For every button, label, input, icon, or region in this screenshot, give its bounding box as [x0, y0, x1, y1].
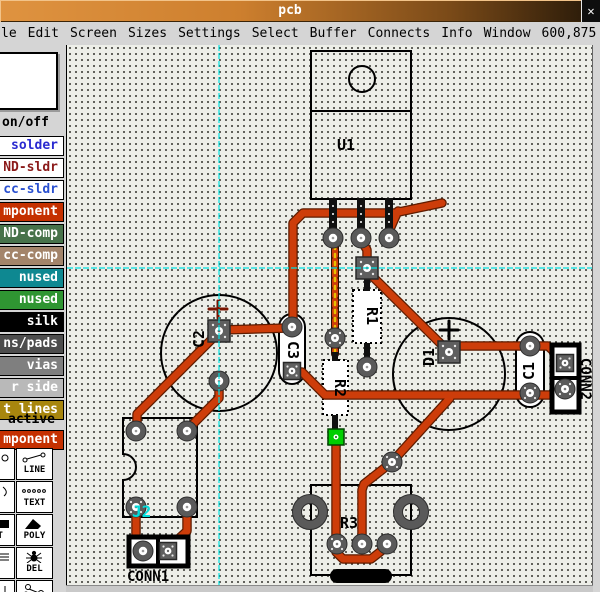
tool-rect-button[interactable]: CT [0, 514, 15, 546]
menu-item-settings[interactable]: Settings [178, 26, 241, 41]
right-window-strip [593, 45, 600, 592]
tool-thrm-button[interactable] [16, 580, 53, 592]
left-panel: on/off solder ND-sldr cc-sldr mponent ND… [0, 45, 66, 592]
cursor-coordinates: 600,875 [542, 26, 597, 41]
label-conn1: CONN1 [127, 569, 169, 585]
layer-button-solder[interactable]: solder [0, 136, 64, 156]
buf-icon [0, 550, 12, 563]
tool-text-button[interactable]: TEXT [16, 481, 53, 513]
arc-icon [3, 487, 6, 496]
layer-button-unused-1[interactable]: nused [0, 268, 64, 288]
tool-arc-button[interactable]: C [0, 481, 15, 513]
found-pad[interactable] [328, 429, 344, 445]
close-icon[interactable]: ✕ [581, 0, 600, 22]
poly-icon [25, 519, 41, 529]
label-c1: C1 [520, 362, 538, 380]
tool-del-button[interactable]: DEL [16, 547, 53, 579]
bug-icon [17, 550, 50, 563]
menu-item-sizes[interactable]: Sizes [128, 26, 167, 41]
layer-button-vcc-sldr[interactable]: cc-sldr [0, 180, 64, 200]
label-c3: C3 [284, 341, 302, 359]
component-u1[interactable] [311, 51, 411, 199]
line-icon [17, 451, 50, 464]
rect-icon [0, 520, 9, 528]
layer-button-far-side[interactable]: r side [0, 378, 64, 398]
label-r2: R2 [331, 379, 349, 397]
menu-item-edit[interactable]: Edit [28, 26, 59, 41]
tool-via-button[interactable]: A [0, 448, 15, 480]
menu-item-screen[interactable]: Screen [70, 26, 117, 41]
menu-item-info[interactable]: Info [441, 26, 472, 41]
layer-button-component[interactable]: mponent [0, 202, 64, 222]
pcb-application-window: pcb ✕ le Edit Screen Sizes Settings Sele… [0, 0, 600, 592]
layer-button-vias[interactable]: vias [0, 356, 64, 376]
label-j2-selected: J2 [132, 502, 151, 521]
thermal-icon [17, 583, 50, 592]
d1-plus-mark [440, 321, 458, 339]
layer-button-silk[interactable]: silk [0, 312, 64, 332]
tool-poly-button[interactable]: POLY [16, 514, 53, 546]
board-preview-thumbnail[interactable] [0, 52, 58, 110]
layer-button-gnd-sldr[interactable]: ND-sldr [0, 158, 64, 178]
tool-rot-button[interactable] [0, 580, 15, 592]
menu-item-window[interactable]: Window [484, 26, 531, 41]
label-r3: R3 [340, 514, 358, 532]
layer-button-unused-2[interactable]: nused [0, 290, 64, 310]
pcb-canvas[interactable]: U1 R3 R1 R2 C3 C2 D1 C1 CONN1 CONN2 J2 [66, 45, 593, 585]
layer-button-gnd-comp[interactable]: ND-comp [0, 224, 64, 244]
label-u1: U1 [337, 136, 355, 154]
window-title: pcb [0, 3, 580, 18]
active-layer-label: active [8, 412, 55, 427]
tool-palette: A LINE C TEXT CT [0, 448, 66, 592]
layer-button-pins-pads[interactable]: ns/pads [0, 334, 64, 354]
menu-bar: le Edit Screen Sizes Settings Select Buf… [0, 22, 600, 45]
layer-button-list: solder ND-sldr cc-sldr mponent ND-comp c… [0, 136, 64, 422]
label-c2: C2 [190, 330, 208, 348]
via[interactable] [325, 328, 345, 348]
copper-traces[interactable] [136, 203, 565, 559]
menu-item-connects[interactable]: Connects [368, 26, 431, 41]
menu-item-buffer[interactable]: Buffer [310, 26, 357, 41]
layer-button-vcc-comp[interactable]: cc-comp [0, 246, 64, 266]
menu-item-file[interactable]: le [1, 26, 17, 41]
pcb-drawing: U1 R3 R1 R2 C3 C2 D1 C1 CONN1 CONN2 J2 [67, 45, 594, 585]
label-conn2: CONN2 [577, 358, 593, 400]
tool-buf-button[interactable]: F [0, 547, 15, 579]
title-bar[interactable]: pcb ✕ [0, 0, 600, 22]
via-icon [2, 455, 8, 461]
layer-onoff-label: on/off [2, 115, 49, 130]
label-r1: R1 [363, 307, 381, 325]
text-icon [17, 484, 50, 497]
active-layer-button[interactable]: mponent [0, 430, 64, 450]
via[interactable] [382, 452, 402, 472]
label-d1: D1 [420, 348, 438, 366]
c2-plus-mark [209, 301, 227, 318]
bottom-window-strip [66, 585, 600, 592]
mounting-hole-outline [349, 66, 375, 92]
menu-item-select[interactable]: Select [252, 26, 299, 41]
tool-line-button[interactable]: LINE [16, 448, 53, 480]
r3-shaft-bar [330, 569, 392, 583]
